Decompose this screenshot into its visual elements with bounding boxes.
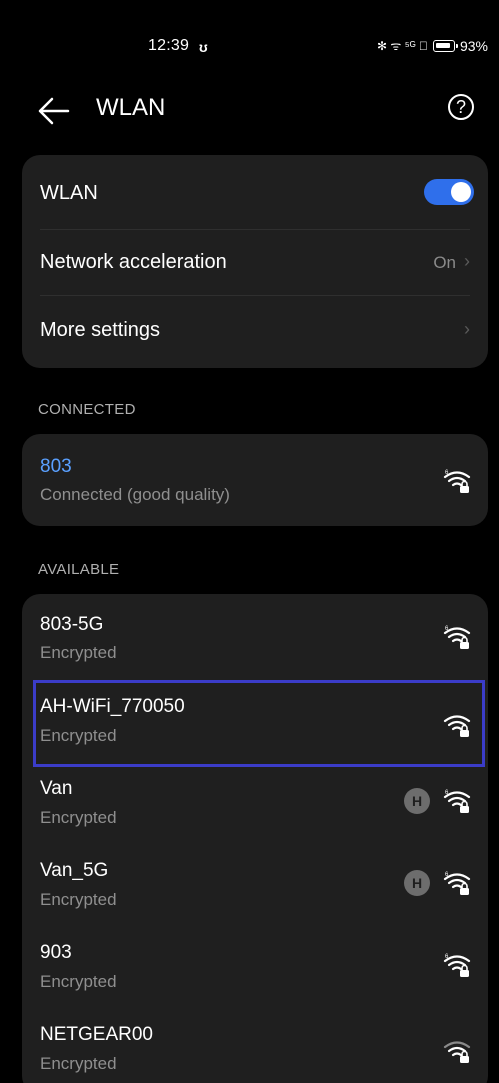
status-app-icon: ʊ (199, 39, 208, 55)
wifi-locked-icon: 6 (443, 626, 471, 649)
help-icon[interactable]: ? (448, 94, 474, 120)
chevron-right-icon: › (464, 251, 470, 271)
battery-percent: 93% (459, 37, 488, 54)
network-name: Van_5G (40, 860, 109, 881)
chevron-right-icon: › (464, 319, 470, 339)
network-row[interactable]: NETGEAR00 Encrypted (22, 1004, 488, 1083)
status-time: 12:39 (148, 37, 190, 54)
wlan-toggle-row[interactable]: WLAN (22, 155, 488, 229)
wifi-locked-icon: 6 (443, 790, 471, 813)
connected-network-status: Connected (good quality) (40, 485, 230, 504)
network-security: Encrypted (40, 1054, 117, 1073)
screen: 12:39 ʊ ✻ ᯤ ⁵ᴳ ᪲ 93% WLAN ? WLAN Network… (6, 6, 496, 1083)
app-header: WLAN ? (6, 90, 496, 136)
back-arrow-icon[interactable] (36, 96, 72, 126)
network-acceleration-label: Network acceleration (40, 251, 227, 273)
battery-icon (432, 39, 458, 52)
hilink-icon: H (404, 870, 430, 896)
more-settings-row[interactable]: More settings › (22, 295, 488, 368)
settings-card: WLAN Network acceleration On › More sett… (22, 155, 488, 368)
network-name: NETGEAR00 (40, 1024, 153, 1045)
wifi-locked-icon: 6 (443, 954, 471, 977)
signal-icons: ✻ ᯤ ⁵ᴳ ᪲ (377, 39, 428, 53)
network-row[interactable]: 903 Encrypted 6 (22, 922, 488, 1004)
selection-highlight (33, 680, 485, 767)
available-section-label: AVAILABLE (38, 561, 120, 578)
connected-network-name: 803 (40, 456, 72, 477)
toggle-knob (451, 182, 471, 202)
network-acceleration-value: On (433, 253, 456, 272)
status-bar: 12:39 ʊ ✻ ᯤ ⁵ᴳ ᪲ 93% (6, 6, 496, 76)
wlan-label: WLAN (40, 182, 98, 204)
connected-section-label: CONNECTED (38, 401, 136, 418)
network-security: Encrypted (40, 643, 117, 662)
network-row[interactable]: 803-5G Encrypted 6 (22, 594, 488, 676)
connected-network-card[interactable]: 803 Connected (good quality) 6 (22, 434, 488, 526)
hilink-icon: H (404, 788, 430, 814)
network-row[interactable]: Van Encrypted H 6 (22, 758, 488, 840)
page-title: WLAN (96, 94, 166, 121)
available-networks-card: 803-5G Encrypted 6 AH-WiFi_770050 Encryp… (22, 594, 488, 1083)
wifi-locked-icon: 6 (443, 872, 471, 895)
status-right: ✻ ᯤ ⁵ᴳ ᪲ 93% (377, 37, 488, 54)
network-name: 803-5G (40, 614, 104, 635)
wifi-locked-icon (443, 1041, 471, 1063)
network-security: Encrypted (40, 890, 117, 909)
network-acceleration-row[interactable]: Network acceleration On › (22, 229, 488, 295)
more-settings-label: More settings (40, 319, 161, 341)
network-name: Van (40, 778, 73, 799)
network-name: 903 (40, 942, 72, 963)
wlan-toggle[interactable] (424, 179, 474, 205)
network-security: Encrypted (40, 972, 117, 991)
network-row[interactable]: Van_5G Encrypted H 6 (22, 840, 488, 922)
network-security: Encrypted (40, 808, 117, 827)
wifi-locked-icon: 6 (443, 470, 471, 493)
